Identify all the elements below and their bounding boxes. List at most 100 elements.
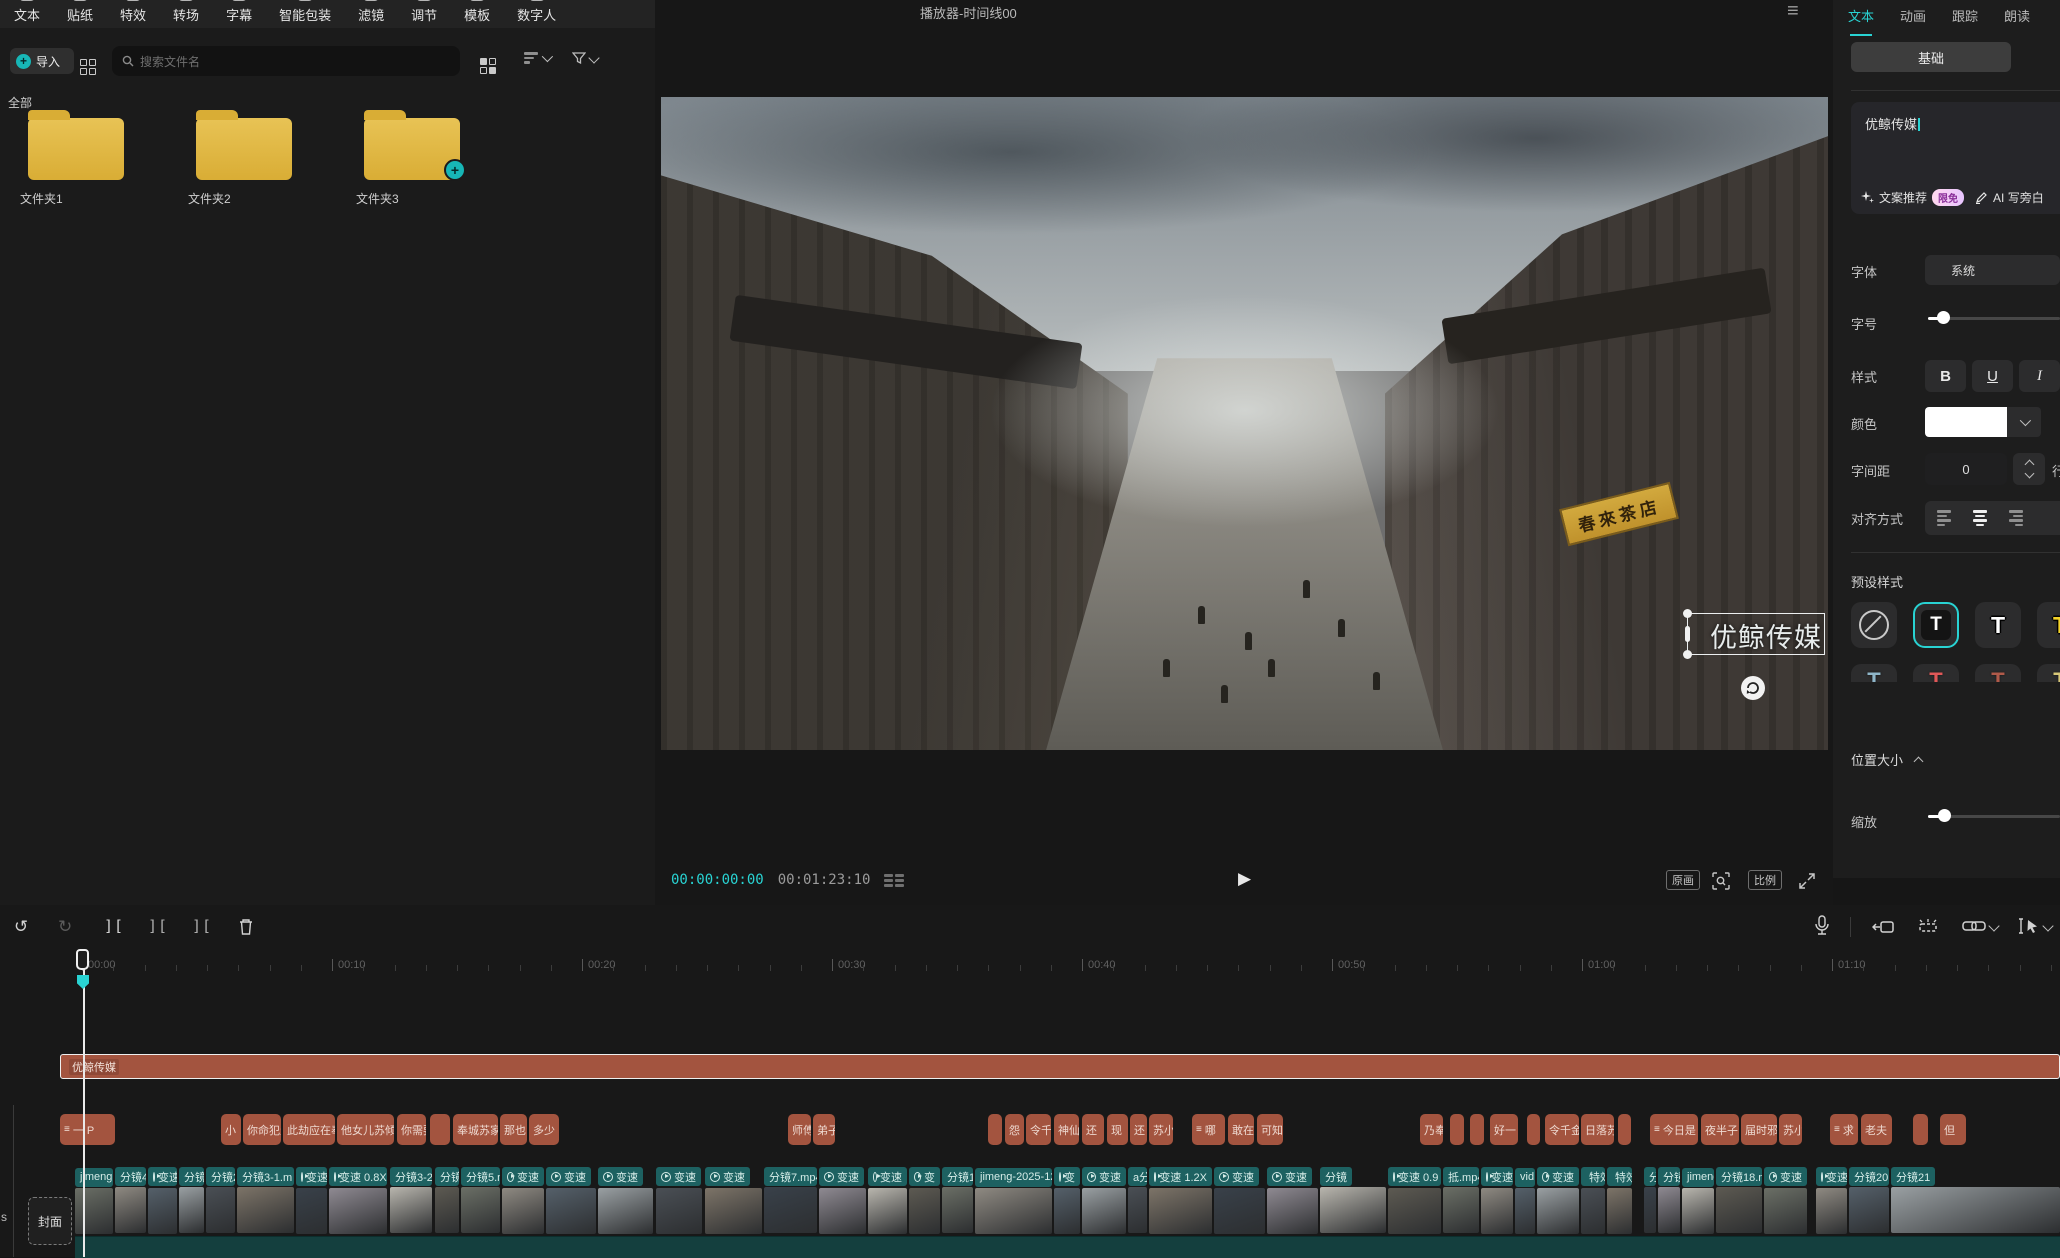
subtitle-clip[interactable]: 令千 bbox=[1026, 1114, 1051, 1145]
video-clip[interactable]: a分 bbox=[1128, 1167, 1147, 1233]
video-clip[interactable]: 分镜20 bbox=[1849, 1167, 1889, 1233]
marker-pin[interactable] bbox=[77, 975, 89, 989]
subtitle-clip[interactable]: 小 bbox=[221, 1114, 241, 1145]
original-quality-button[interactable]: 原画 bbox=[1666, 870, 1700, 890]
subtitle-clip[interactable]: 你命犯生 bbox=[243, 1114, 281, 1145]
video-clip[interactable]: 分镜2 bbox=[179, 1167, 204, 1233]
panel-tab-3[interactable]: 跟踪 bbox=[1952, 6, 1978, 30]
video-clip[interactable]: 分镜7.mp4 bbox=[764, 1167, 817, 1233]
subtitle-clip[interactable]: 好一 bbox=[1490, 1114, 1518, 1145]
folder-item[interactable]: +文件夹3 bbox=[350, 118, 474, 207]
color-swatch[interactable] bbox=[1925, 407, 2007, 437]
align-left-button[interactable] bbox=[1937, 510, 1951, 526]
video-clip[interactable]: 变 bbox=[909, 1167, 940, 1234]
video-clip[interactable]: 分镜21 bbox=[1891, 1167, 2060, 1233]
scale-slider[interactable] bbox=[1928, 809, 2060, 823]
split-button[interactable]: ][ bbox=[104, 917, 124, 935]
align-right-button[interactable] bbox=[2009, 510, 2023, 526]
preset-style-row2-1[interactable]: T bbox=[1851, 664, 1897, 682]
top-tab-2[interactable]: 贴纸 bbox=[67, 5, 93, 24]
video-clip[interactable]: 变速 bbox=[148, 1167, 177, 1234]
subtitle-clip[interactable]: ≡哪 bbox=[1192, 1114, 1225, 1145]
filter-dropdown[interactable] bbox=[572, 52, 598, 64]
redo-button[interactable]: ↻ bbox=[58, 917, 72, 937]
split-left-button[interactable]: ][ bbox=[148, 917, 168, 935]
preview-axis-icon[interactable] bbox=[1916, 919, 1940, 935]
video-clip[interactable]: 特效 bbox=[1581, 1167, 1605, 1234]
ai-narration-button[interactable]: AI 写旁白 bbox=[1993, 189, 2044, 206]
subtitle-clip[interactable]: 怨 bbox=[1005, 1114, 1024, 1145]
top-tab-4[interactable]: 转场 bbox=[173, 5, 199, 24]
video-clip[interactable]: 变速 0.8X bbox=[329, 1167, 387, 1234]
subtitle-clip[interactable]: 但 bbox=[1940, 1114, 1966, 1145]
subtitle-clip[interactable]: 神仙 bbox=[1054, 1114, 1079, 1145]
subtitle-clip[interactable]: 奉城苏家 bbox=[453, 1114, 498, 1145]
panel-tab-4[interactable]: 朗读 bbox=[2004, 6, 2030, 30]
text-content-input[interactable]: 优鲸传媒 文案推荐 限免 AI 写旁白 bbox=[1851, 102, 2060, 214]
top-tab-8[interactable]: 调节 bbox=[411, 5, 437, 24]
subtitle-clip[interactable]: 苏小 bbox=[1149, 1114, 1173, 1145]
video-clip[interactable]: 变速 bbox=[296, 1167, 327, 1234]
video-clip[interactable]: 分镜18.m bbox=[1716, 1167, 1762, 1233]
subtitle-clip[interactable] bbox=[1618, 1114, 1631, 1145]
link-toggle[interactable] bbox=[1962, 920, 1998, 932]
resize-handle[interactable] bbox=[1683, 609, 1692, 618]
folder-item[interactable]: 文件夹2 bbox=[182, 118, 306, 207]
top-tab-1[interactable]: 文本 bbox=[14, 5, 40, 24]
rotate-handle-icon[interactable] bbox=[1741, 676, 1765, 700]
aspect-ratio-button[interactable]: 比例 bbox=[1748, 870, 1782, 890]
subtitle-clip[interactable]: 弟子 bbox=[813, 1114, 835, 1145]
video-clip[interactable]: jimeng bbox=[1682, 1167, 1714, 1234]
subtitle-clip[interactable]: 还 bbox=[1130, 1114, 1147, 1145]
font-size-slider[interactable] bbox=[1928, 311, 2060, 325]
subtitle-clip[interactable]: ≡一 P bbox=[60, 1114, 115, 1145]
grid-view-icon[interactable] bbox=[480, 52, 496, 74]
video-clip[interactable]: 变速 bbox=[656, 1167, 702, 1234]
subtitle-clip[interactable] bbox=[1527, 1114, 1540, 1145]
video-clip[interactable]: 变速 bbox=[705, 1167, 762, 1234]
play-button[interactable]: ▶ bbox=[1238, 869, 1251, 889]
delete-button[interactable] bbox=[238, 918, 254, 935]
align-center-button[interactable] bbox=[1973, 510, 1987, 526]
top-tab-3[interactable]: 特效 bbox=[120, 5, 146, 24]
video-clip[interactable]: 变速 bbox=[1082, 1167, 1126, 1234]
subtitle-clip[interactable]: 夜半子 bbox=[1701, 1114, 1739, 1145]
video-clip[interactable]: 变速 bbox=[1816, 1167, 1847, 1234]
italic-button[interactable]: I bbox=[2019, 360, 2060, 392]
video-clip[interactable]: 抵.mp4 bbox=[1443, 1167, 1479, 1233]
underline-button[interactable]: U bbox=[1972, 360, 2013, 392]
text-track-clip[interactable]: 优鲸传媒 bbox=[60, 1054, 2060, 1079]
playhead-handle[interactable] bbox=[76, 949, 89, 970]
video-clip[interactable]: 变 bbox=[1054, 1167, 1080, 1234]
preset-style-1[interactable] bbox=[1851, 602, 1897, 648]
panel-tab-1[interactable]: 文本 bbox=[1848, 6, 1874, 30]
tab-basic[interactable]: 基础 bbox=[1851, 42, 2011, 72]
preset-style-row2-3[interactable]: T bbox=[1975, 664, 2021, 682]
video-clip[interactable]: 变速 bbox=[1481, 1167, 1513, 1234]
video-clip[interactable]: 变速 bbox=[1214, 1167, 1265, 1234]
subtitle-clip[interactable] bbox=[1913, 1114, 1928, 1145]
subtitle-clip[interactable] bbox=[1450, 1114, 1464, 1145]
video-clip[interactable]: 分镜 bbox=[1320, 1167, 1386, 1233]
copy-suggest-button[interactable]: 文案推荐 bbox=[1879, 189, 1927, 206]
preset-style-row2-2[interactable]: T bbox=[1913, 664, 1959, 682]
video-clip[interactable]: 分镜 bbox=[1658, 1167, 1680, 1233]
magnetic-snap-icon[interactable] bbox=[1872, 920, 1894, 934]
timeline-ruler[interactable]: 00:0000:1000:2000:3000:4000:5001:0001:10 bbox=[0, 955, 2060, 981]
resize-handle[interactable] bbox=[1683, 650, 1692, 659]
text-overlay-selection[interactable]: 优鲸传媒 bbox=[1687, 613, 1825, 655]
preset-style-row2-4[interactable]: T bbox=[2037, 664, 2060, 682]
subtitle-clip[interactable]: 你需要 bbox=[397, 1114, 426, 1145]
video-clip[interactable]: 变速 bbox=[546, 1167, 596, 1234]
subtitle-clip[interactable]: 令千金 bbox=[1545, 1114, 1579, 1145]
subtitle-clip[interactable]: 可知 bbox=[1257, 1114, 1283, 1145]
video-clip[interactable]: 变速 bbox=[502, 1167, 544, 1234]
record-voiceover-icon[interactable] bbox=[1814, 915, 1830, 936]
import-button[interactable]: + 导入 bbox=[10, 48, 74, 74]
font-select[interactable]: 系统 bbox=[1925, 255, 2060, 285]
folder-item[interactable]: 文件夹1 bbox=[14, 118, 138, 207]
subtitle-clip[interactable]: 日落苏 bbox=[1581, 1114, 1614, 1145]
subtitle-clip[interactable]: 届时邪 bbox=[1741, 1114, 1777, 1145]
frames-view-icon[interactable] bbox=[884, 874, 904, 887]
video-clip[interactable]: 变速 bbox=[819, 1167, 866, 1234]
